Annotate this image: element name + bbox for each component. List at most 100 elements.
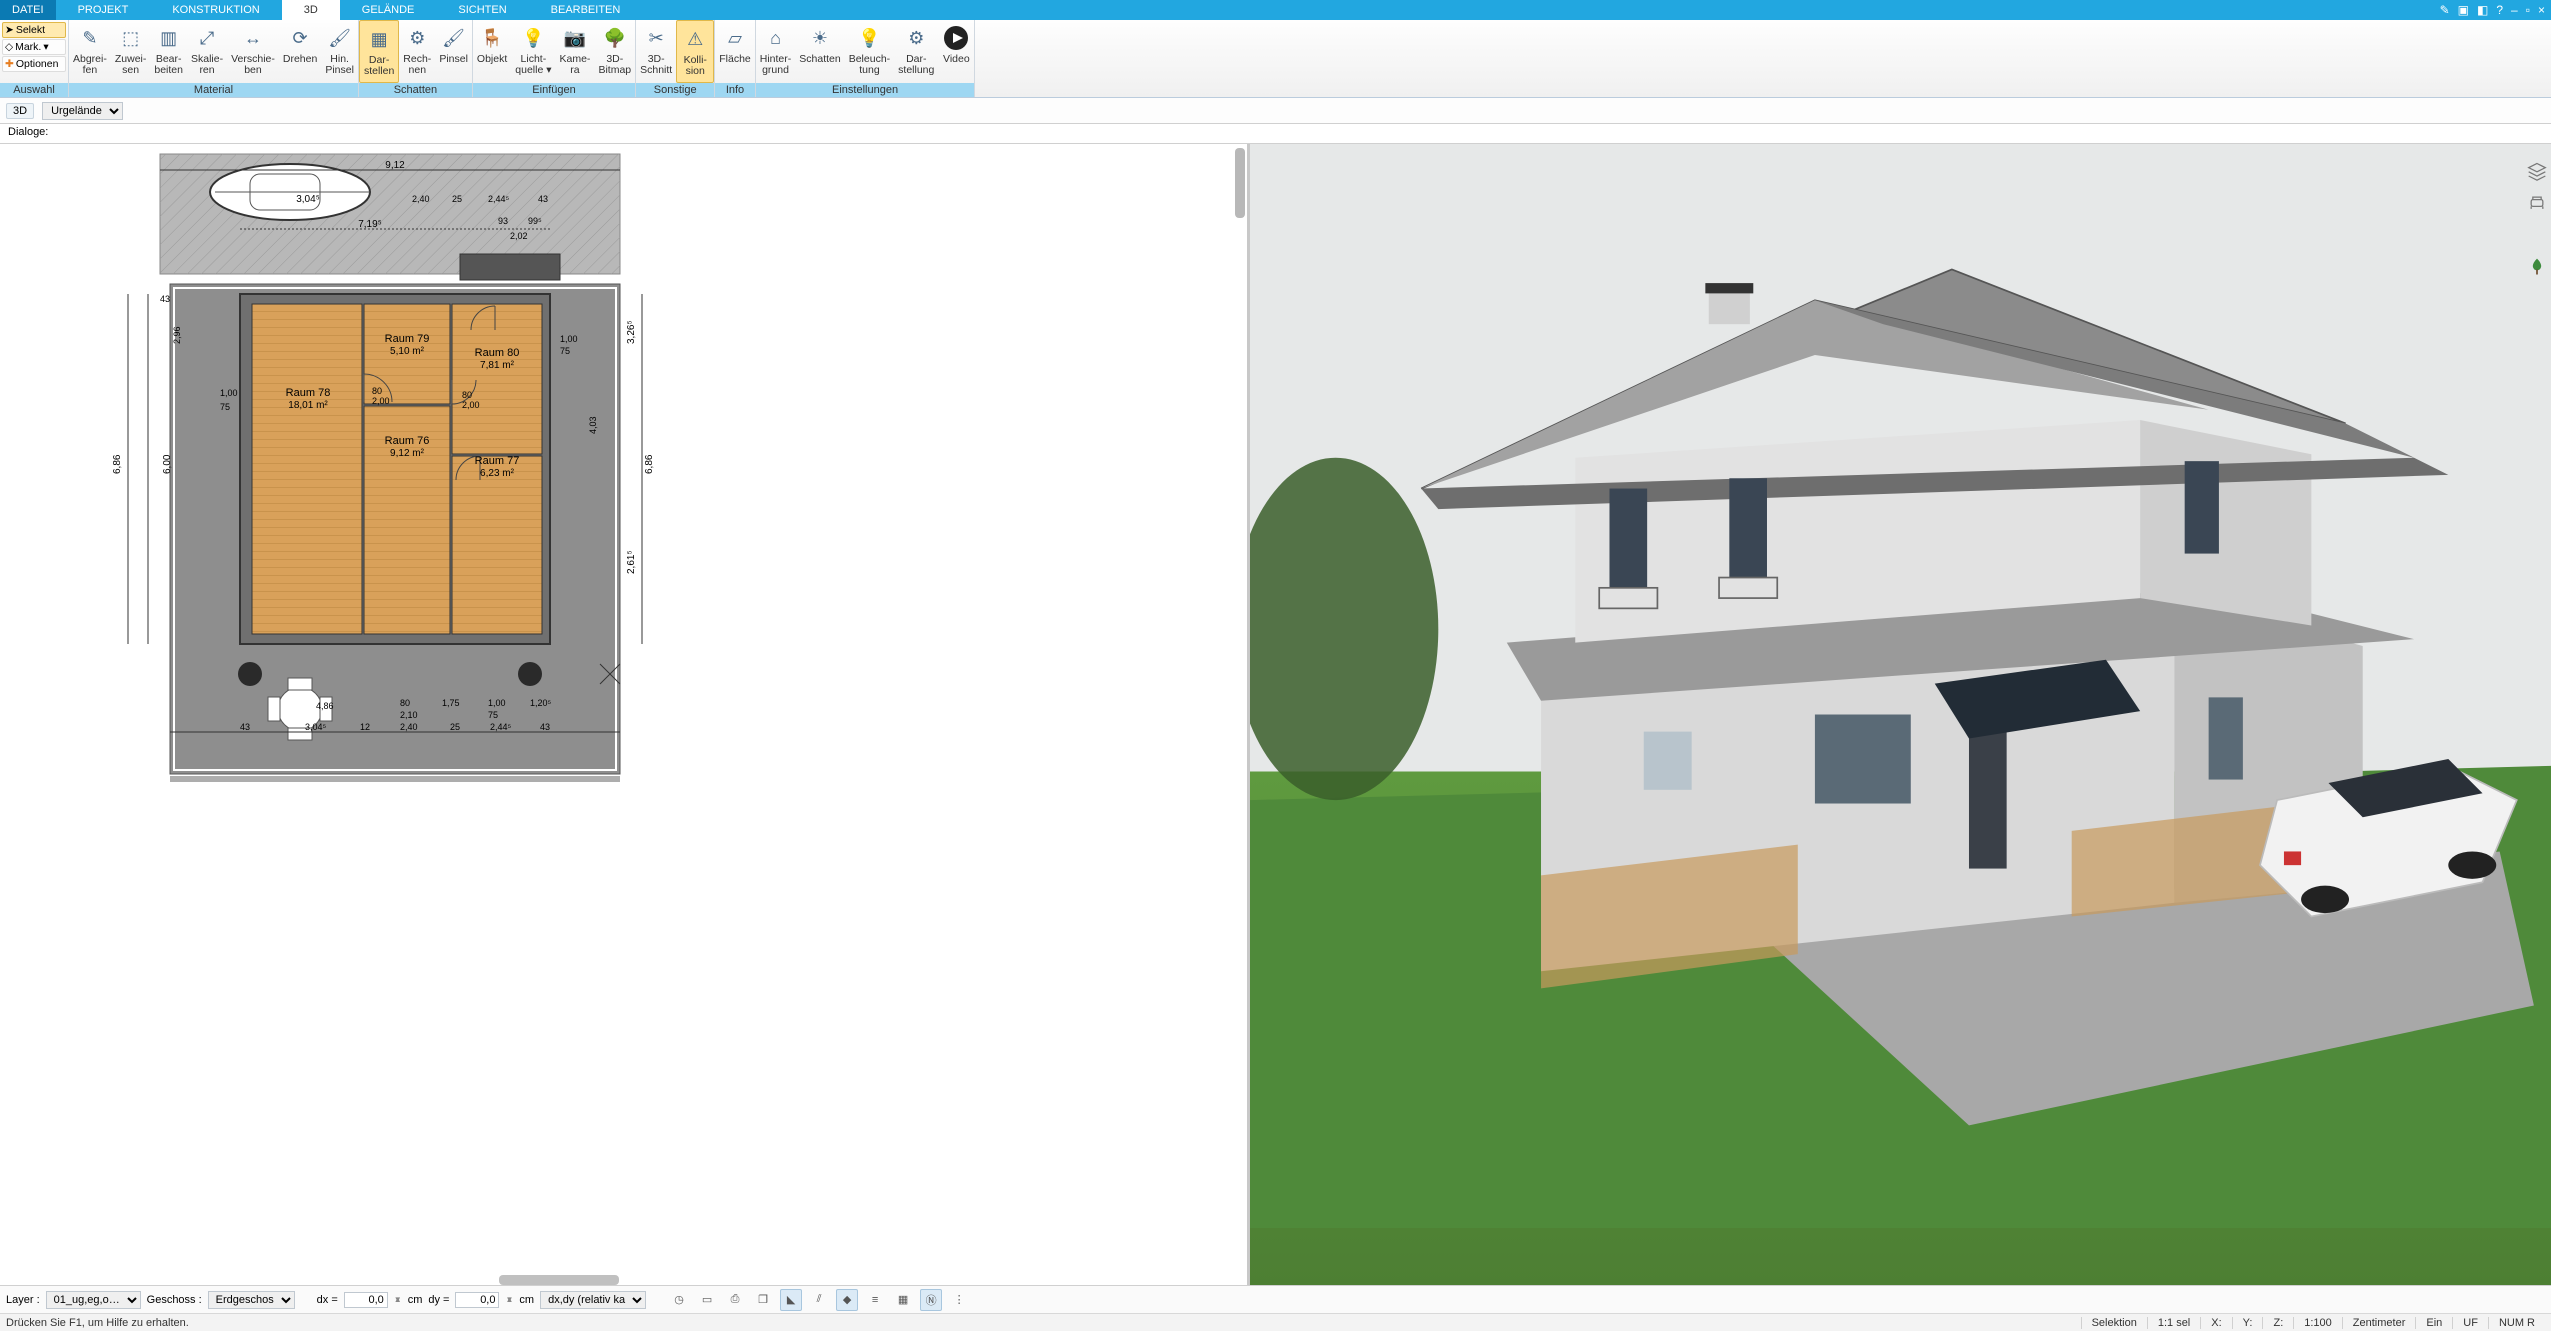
ribbon-btn-schatten-0[interactable]: ▦Dar-stellen xyxy=(359,20,399,83)
ribbon-btn-material-0[interactable]: ✎Abgrei-fen xyxy=(69,20,111,83)
ribbon-label-sonstige: Sonstige xyxy=(636,83,714,97)
ribbon-btn-info-0[interactable]: ▱Fläche xyxy=(715,20,755,83)
svg-text:2,02: 2,02 xyxy=(510,231,528,241)
snap-endpoint-icon[interactable]: ◣ xyxy=(780,1289,802,1311)
optionen-button[interactable]: ✚ Optionen xyxy=(2,56,66,72)
ribbon-btn-sonstige-0[interactable]: ✂3D-Schnitt xyxy=(636,20,676,83)
svg-text:18,01 m²: 18,01 m² xyxy=(288,400,328,411)
floor-label: Geschoss : xyxy=(147,1294,202,1306)
ribbon-label-einfuegen: Einfügen xyxy=(473,83,635,97)
ribbon-btn-material-2[interactable]: ▥Bear-beiten xyxy=(150,20,187,83)
ribbon-btn-einstellungen-4[interactable]: Video xyxy=(938,20,974,83)
ribbon-icon: ⤢ xyxy=(193,24,221,52)
svg-text:6,86: 6,86 xyxy=(112,454,123,474)
ribbon-group-auswahl: ➤ Selekt ◇ Mark. ▾ ✚ Optionen Auswahl xyxy=(0,20,69,97)
ribbon-btn-einfügen-2[interactable]: 📷Kame-ra xyxy=(556,20,595,83)
window-icon[interactable]: ◧ xyxy=(2475,3,2490,17)
ribbon-btn-einstellungen-3[interactable]: ⚙Dar-stellung xyxy=(894,20,938,83)
menu-projekt[interactable]: PROJEKT xyxy=(56,0,151,20)
svg-text:12: 12 xyxy=(360,722,370,732)
dx-input[interactable] xyxy=(344,1292,388,1308)
floor-select[interactable]: Erdgeschos xyxy=(208,1291,295,1309)
restore-icon[interactable]: ▫ xyxy=(2524,3,2532,17)
status-scale: 1:100 xyxy=(2293,1317,2342,1329)
status-unit: Zentimeter xyxy=(2342,1317,2416,1329)
menu-3d[interactable]: 3D xyxy=(282,0,340,20)
dy-unit: cm xyxy=(519,1294,534,1306)
mark-button[interactable]: ◇ Mark. ▾ xyxy=(2,39,66,55)
ribbon-group-info: ▱Fläche Info xyxy=(715,20,756,97)
ribbon-icon: ⬚ xyxy=(117,24,145,52)
ribbon-btn-einfügen-0[interactable]: 🪑Objekt xyxy=(473,20,511,83)
clock-icon[interactable]: ◷ xyxy=(668,1289,690,1311)
svg-text:9,12: 9,12 xyxy=(385,160,405,171)
clipboard-icon[interactable]: ▣ xyxy=(2456,3,2471,17)
status-selcount: 1:1 sel xyxy=(2147,1317,2200,1329)
dialoge-bar: Dialoge: xyxy=(0,124,2551,144)
svg-text:2,00: 2,00 xyxy=(372,396,390,406)
more-icon[interactable]: ⋮ xyxy=(948,1289,970,1311)
ribbon-btn-einstellungen-0[interactable]: ⌂Hinter-grund xyxy=(756,20,796,83)
n-icon-button[interactable]: Ⓝ xyxy=(920,1289,942,1311)
close-icon[interactable]: × xyxy=(2536,3,2547,17)
menu-datei[interactable]: DATEI xyxy=(0,0,56,20)
svg-text:7,19⁵: 7,19⁵ xyxy=(358,219,382,230)
terrain-select[interactable]: Urgelände xyxy=(42,102,123,120)
svg-text:75: 75 xyxy=(488,710,498,720)
dy-input[interactable] xyxy=(455,1292,499,1308)
stack-icon[interactable]: ❐ xyxy=(752,1289,774,1311)
svg-text:2,44⁵: 2,44⁵ xyxy=(488,194,510,204)
ribbon-group-material: ✎Abgrei-fen⬚Zuwei-sen▥Bear-beiten⤢Skalie… xyxy=(69,20,359,97)
ribbon-btn-einfügen-3[interactable]: 🌳3D-Bitmap xyxy=(594,20,635,83)
grid-icon[interactable]: ▦ xyxy=(892,1289,914,1311)
ribbon-label-einstellungen: Einstellungen xyxy=(756,83,975,97)
menu-bearbeiten[interactable]: BEARBEITEN xyxy=(529,0,643,20)
minimize-icon[interactable]: – xyxy=(2509,3,2520,17)
svg-text:2,00: 2,00 xyxy=(462,400,480,410)
ribbon-btn-einfügen-1[interactable]: 💡Licht-quelle ▾ xyxy=(511,20,555,83)
ribbon-btn-material-1[interactable]: ⬚Zuwei-sen xyxy=(111,20,151,83)
view-3d[interactable] xyxy=(1250,144,2551,1285)
plan-2d-view[interactable]: Raum 78 18,01 m² Raum 79 5,10 m² Raum 76… xyxy=(0,144,1250,1285)
svg-text:2,96: 2,96 xyxy=(172,326,182,344)
tool-icon[interactable]: ✎ xyxy=(2438,3,2452,17)
lines-icon[interactable]: ≡ xyxy=(864,1289,886,1311)
menu-sichten[interactable]: SICHTEN xyxy=(436,0,528,20)
svg-text:2,40: 2,40 xyxy=(400,722,418,732)
view-mode-tag[interactable]: 3D xyxy=(6,103,34,119)
dx-label: dx = xyxy=(317,1294,338,1306)
help-icon[interactable]: ? xyxy=(2494,3,2505,17)
layer-select[interactable]: 01_ug,eg,o… xyxy=(46,1291,141,1309)
horizontal-scrollbar[interactable] xyxy=(499,1275,619,1285)
ribbon-btn-schatten-1[interactable]: ⚙Rech-nen xyxy=(399,20,435,83)
ribbon-icon xyxy=(942,24,970,52)
svg-text:80: 80 xyxy=(462,390,472,400)
plan-border-bottom xyxy=(170,776,620,782)
snap-plane-icon[interactable]: ◆ xyxy=(836,1289,858,1311)
ribbon-btn-sonstige-1[interactable]: ⚠Kolli-sion xyxy=(676,20,714,83)
ribbon-btn-material-6[interactable]: 🖌Hin.Pinsel xyxy=(321,20,358,83)
window-icon[interactable]: ▭ xyxy=(696,1289,718,1311)
ribbon-icon: 🖌 xyxy=(440,24,468,52)
svg-text:1,00: 1,00 xyxy=(488,698,506,708)
house-3d-render xyxy=(1250,144,2551,1285)
menu-konstruktion[interactable]: KONSTRUKTION xyxy=(150,0,281,20)
dx-unit: cm xyxy=(408,1294,423,1306)
print-icon[interactable]: ⎙ xyxy=(724,1289,746,1311)
svg-text:3,26⁵: 3,26⁵ xyxy=(626,320,637,344)
ribbon-btn-schatten-2[interactable]: 🖌Pinsel xyxy=(435,20,472,83)
ribbon-label-auswahl: Auswahl xyxy=(0,83,68,97)
svg-text:3,04⁵: 3,04⁵ xyxy=(296,194,320,205)
selekt-button[interactable]: ➤ Selekt xyxy=(2,22,66,38)
ribbon-btn-einstellungen-1[interactable]: ☀Schatten xyxy=(795,20,844,83)
vertical-scrollbar[interactable] xyxy=(1235,148,1245,218)
coordmode-select[interactable]: dx,dy (relativ ka xyxy=(540,1291,646,1309)
svg-text:Raum 80: Raum 80 xyxy=(475,347,520,359)
ribbon-btn-material-3[interactable]: ⤢Skalie-ren xyxy=(187,20,227,83)
snap-edge-icon[interactable]: ⫽ xyxy=(808,1289,830,1311)
ribbon-btn-material-5[interactable]: ⟳Drehen xyxy=(279,20,321,83)
ribbon-btn-material-4[interactable]: ↔Verschie-ben xyxy=(227,20,279,83)
menu-gelaende[interactable]: GELÄNDE xyxy=(340,0,437,20)
svg-text:2,61⁵: 2,61⁵ xyxy=(626,550,637,574)
ribbon-btn-einstellungen-2[interactable]: 💡Beleuch-tung xyxy=(845,20,894,83)
